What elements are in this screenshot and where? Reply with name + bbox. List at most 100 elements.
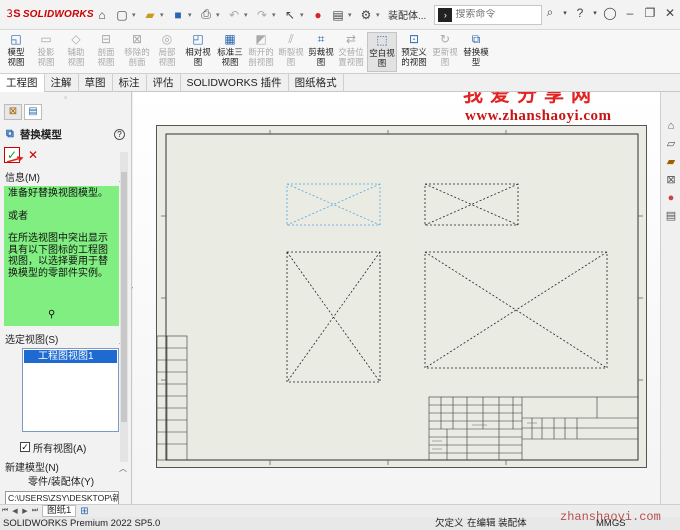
selected-views-section-header[interactable]: 选定视图(S) ︿: [0, 334, 131, 348]
info-line-2: 或者: [8, 210, 28, 222]
last-sheet-icon[interactable]: ⏭: [30, 507, 40, 515]
model-view-button[interactable]: ◱ 模型视图: [3, 32, 29, 72]
search-dropdown-icon[interactable]: ▾: [560, 9, 570, 17]
break-view-icon: ⫽: [288, 32, 294, 46]
save-icon[interactable]: ■: [168, 5, 188, 25]
auxiliary-view-button[interactable]: ◇ 辅助视图: [63, 32, 89, 72]
relative-view-button[interactable]: ◰ 相对视图: [184, 32, 212, 72]
tab-markup[interactable]: 标注: [113, 74, 147, 92]
list-item[interactable]: 工程图视图1: [24, 350, 117, 363]
graphics-area[interactable]: 我爱分享网 www.zhanshaoyi.com: [133, 92, 660, 504]
feature-manager-tab-icon[interactable]: ⊠: [4, 104, 22, 120]
collapse-chevron-icon[interactable]: ︿: [119, 462, 127, 476]
options-dropdown-icon[interactable]: ▾: [376, 11, 384, 19]
new-dropdown-icon[interactable]: ▾: [132, 11, 140, 19]
rebuild-traffic-light-icon[interactable]: ●: [308, 5, 328, 25]
projected-view-button[interactable]: ▭ 投影视图: [33, 32, 59, 72]
custom-properties-icon[interactable]: ▤: [663, 208, 679, 224]
tab-addins[interactable]: SOLIDWORKS 插件: [181, 74, 289, 92]
file-properties-icon[interactable]: ▤: [328, 5, 348, 25]
scrollbar-thumb[interactable]: [121, 172, 127, 422]
broken-out-section-button[interactable]: ◩ 断开的剖视图: [247, 32, 275, 72]
next-sheet-icon[interactable]: ▶: [20, 507, 30, 515]
standard-3-view-button[interactable]: ▦ 标准三视图: [215, 32, 245, 72]
new-file-icon[interactable]: ▢: [112, 5, 132, 25]
select-arrow-icon[interactable]: ↖: [280, 5, 300, 25]
prev-sheet-icon[interactable]: ◀: [10, 507, 20, 515]
file-explorer-icon[interactable]: ⊠: [663, 172, 679, 188]
help-dropdown-icon[interactable]: ▾: [590, 9, 600, 17]
component-pin-icon: ⚲: [48, 308, 56, 320]
model-path-field[interactable]: C:\USERS\ZSY\DESKTOP\新: [5, 491, 119, 505]
crop-view-button[interactable]: ⌗ 剪裁视图: [307, 32, 335, 72]
tab-drawing[interactable]: 工程图: [0, 74, 45, 92]
help-icon[interactable]: ?: [570, 6, 590, 20]
update-views-icon: ↻: [439, 32, 451, 46]
all-views-checkbox[interactable]: ✓: [20, 442, 30, 452]
unit-system[interactable]: MMGS: [596, 517, 626, 530]
predefined-view-button[interactable]: ⊡ 预定义的视图: [399, 32, 429, 72]
home-icon[interactable]: ⌂: [663, 118, 679, 134]
drawing-sheet[interactable]: [156, 125, 647, 468]
file-properties-dropdown-icon[interactable]: ▾: [348, 11, 356, 19]
detail-view-button[interactable]: ◎ 局部视图: [154, 32, 180, 72]
replace-model-icon: ⧉: [6, 127, 14, 140]
search-icon[interactable]: ⌕: [540, 5, 560, 20]
replace-model-button[interactable]: ⧉ 替换模型: [462, 32, 490, 72]
restore-icon[interactable]: ❐: [640, 6, 660, 20]
command-search-input[interactable]: [455, 9, 536, 20]
first-sheet-icon[interactable]: ⏮: [0, 507, 10, 515]
undo-icon[interactable]: ↶: [224, 5, 244, 25]
tab-sheet1[interactable]: 图纸1: [42, 505, 77, 517]
print-dropdown-icon[interactable]: ▾: [216, 11, 224, 19]
minimize-icon[interactable]: –: [620, 6, 640, 20]
section-view-button[interactable]: ⊟ 剖面视图: [93, 32, 119, 72]
design-library-icon[interactable]: ▰: [663, 154, 679, 170]
command-prompt-icon: ›: [438, 7, 453, 22]
resources-icon[interactable]: ▱: [663, 136, 679, 152]
appearances-icon[interactable]: ●: [663, 190, 679, 206]
add-sheet-icon[interactable]: ⊞: [80, 506, 88, 517]
open-dropdown-icon[interactable]: ▾: [160, 11, 168, 19]
open-folder-icon[interactable]: ▰: [140, 5, 160, 25]
info-line-1: 准备好替换视图模型。: [8, 188, 108, 199]
break-view-button[interactable]: ⫽ 断裂视图: [277, 32, 305, 72]
button-label: 预定义的视图: [401, 47, 427, 67]
all-views-checkbox-row[interactable]: ✓ 所有视图(A): [0, 440, 131, 455]
button-label: 更新视图: [432, 47, 458, 67]
redo-icon[interactable]: ↷: [252, 5, 272, 25]
tab-annotation[interactable]: 注解: [45, 74, 79, 92]
button-label: 断开的剖视图: [248, 47, 274, 67]
panel-grip-icon[interactable]: ◦: [0, 92, 131, 104]
detail-view-icon: ◎: [161, 32, 173, 46]
update-views-button[interactable]: ↻ 更新视图: [431, 32, 459, 72]
alternate-position-view-button[interactable]: ⇄ 交替位置视图: [337, 32, 365, 72]
user-account-icon[interactable]: ◯: [600, 6, 620, 20]
property-manager-tab-icon[interactable]: ▤: [24, 104, 42, 120]
ribbon-toolbar: ◱ 模型视图 ▭ 投影视图 ◇ 辅助视图 ⊟ 剖面视图 ⊠ 移除的剖面 ◎ 局部视图 ◰ 相对…: [0, 30, 680, 74]
info-section-header[interactable]: 信息(M) ︿: [0, 172, 131, 186]
removed-section-button[interactable]: ⊠ 移除的剖面: [123, 32, 151, 72]
sheet-format-drawing: [157, 130, 643, 465]
tab-sketch[interactable]: 草图: [79, 74, 113, 92]
button-label: 投影视图: [37, 47, 55, 67]
save-dropdown-icon[interactable]: ▾: [188, 11, 196, 19]
home-icon[interactable]: ⌂: [92, 5, 112, 25]
redo-dropdown-icon[interactable]: ▾: [272, 11, 280, 19]
button-label: 移除的剖面: [124, 47, 150, 67]
options-gear-icon[interactable]: ⚙: [356, 5, 376, 25]
panel-scrollbar[interactable]: [120, 152, 128, 462]
tab-evaluate[interactable]: 评估: [147, 74, 181, 92]
cancel-x-button[interactable]: ✕: [28, 148, 38, 162]
tab-sheet-format[interactable]: 图纸格式: [289, 74, 344, 92]
selected-views-list[interactable]: 工程图视图1: [22, 348, 119, 432]
help-icon[interactable]: ?: [114, 128, 125, 140]
undo-dropdown-icon[interactable]: ▾: [244, 11, 252, 19]
command-search-box[interactable]: ›: [434, 4, 543, 25]
button-label: 局部视图: [158, 47, 176, 67]
print-icon[interactable]: ⎙: [196, 5, 216, 25]
empty-view-button[interactable]: ⬚ 空白视图: [367, 32, 397, 72]
new-model-section-header[interactable]: 新建模型(N) ︿: [0, 462, 131, 476]
close-icon[interactable]: ✕: [660, 6, 680, 20]
select-dropdown-icon[interactable]: ▾: [300, 11, 308, 19]
